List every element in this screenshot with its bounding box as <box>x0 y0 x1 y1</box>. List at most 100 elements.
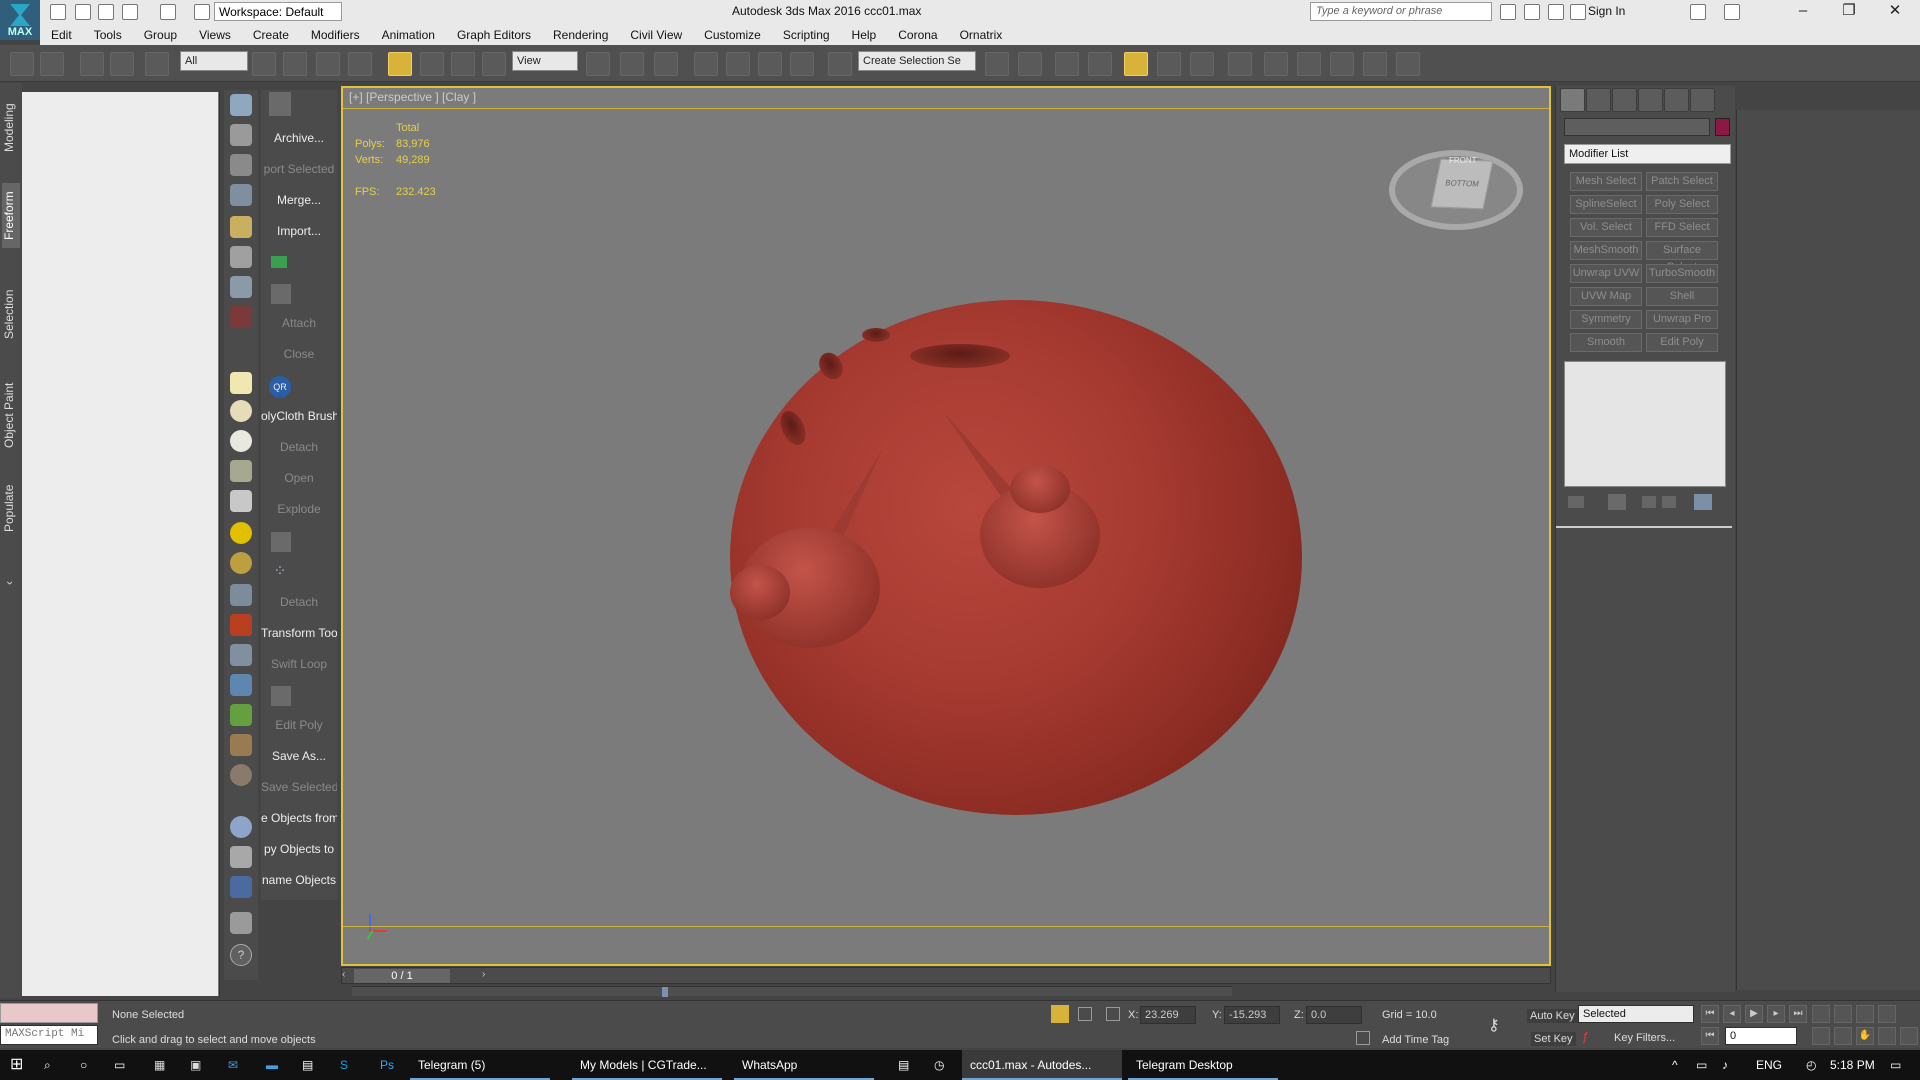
tab-object-paint[interactable]: Object Paint <box>2 375 20 455</box>
time-slider[interactable]: 0 / 1 ‹ › <box>341 967 1551 984</box>
select-by-name-icon[interactable] <box>283 52 307 76</box>
mail-icon[interactable]: ✉ <box>228 1050 248 1080</box>
menu-scripting[interactable]: Scripting <box>772 28 841 42</box>
cmd-merge[interactable]: Merge... <box>261 193 337 207</box>
utilities-tab-icon[interactable] <box>1690 88 1715 112</box>
menu-graph-editors[interactable]: Graph Editors <box>446 28 542 42</box>
schematic-view-icon[interactable] <box>1190 52 1214 76</box>
box-icon[interactable] <box>230 584 252 606</box>
selection-lock-icon[interactable] <box>1078 1007 1092 1021</box>
mod-patch-select[interactable]: Patch Select <box>1646 172 1718 191</box>
key-filters-button[interactable]: Key Filters... <box>1614 1032 1675 1044</box>
cmd-detach[interactable]: Detach <box>261 440 337 454</box>
perspective-viewport[interactable]: [+] [Perspective ] [Clay ] Total Polys: … <box>341 86 1551 966</box>
scale-icon[interactable] <box>230 644 252 666</box>
cmd-transform-tool[interactable]: Transform Tool <box>261 626 337 640</box>
mod-unwrap-pro[interactable]: Unwrap Pro <box>1646 310 1718 329</box>
mod-mesh-select[interactable]: Mesh Select <box>1570 172 1642 191</box>
track-bar[interactable] <box>352 986 1232 997</box>
menu-customize[interactable]: Customize <box>693 28 772 42</box>
place-tool-icon[interactable] <box>482 52 506 76</box>
menu-create[interactable]: Create <box>242 28 300 42</box>
table-icon[interactable] <box>230 154 252 176</box>
object-color-swatch[interactable] <box>1715 118 1730 136</box>
language-indicator[interactable]: ENG <box>1756 1050 1786 1080</box>
render-in-cloud-icon[interactable] <box>1363 52 1387 76</box>
sky-icon[interactable] <box>230 552 252 574</box>
move-tool-icon[interactable] <box>388 52 412 76</box>
window-crossing-icon[interactable] <box>348 52 372 76</box>
script-icon[interactable] <box>230 876 252 898</box>
sun-icon[interactable] <box>230 522 252 544</box>
redo-button[interactable] <box>40 52 64 76</box>
play-icon[interactable]: ▶ <box>1745 1005 1763 1023</box>
render-setup-icon[interactable] <box>1264 52 1288 76</box>
maxscript-listener-top[interactable] <box>0 1003 98 1023</box>
grass-icon[interactable] <box>230 704 252 726</box>
viewcube-box[interactable]: BOTTOM <box>1430 158 1494 210</box>
qr-icon[interactable]: QR <box>269 376 291 398</box>
mod-uvw-map[interactable]: UVW Map <box>1570 287 1642 306</box>
make-unique-icon[interactable] <box>1642 496 1656 508</box>
undo-button[interactable] <box>10 52 34 76</box>
search-taskbar-icon[interactable]: ⌕ <box>44 1050 64 1080</box>
bind-space-warp-icon[interactable] <box>145 52 169 76</box>
mod-unwrap-uvw[interactable]: Unwrap UVW <box>1570 264 1642 283</box>
cmd-archive[interactable]: Archive... <box>261 131 337 145</box>
orbit-icon[interactable] <box>1878 1027 1896 1045</box>
modifier-stack[interactable] <box>1564 361 1726 487</box>
tab-selection[interactable]: Selection <box>2 283 20 345</box>
next-frame-icon[interactable]: › <box>482 969 492 980</box>
maxscript-mini-listener[interactable]: MAXScript Mi <box>0 1025 98 1045</box>
mod-ffd-select[interactable]: FFD Select <box>1646 218 1718 237</box>
taskbar-app-icon[interactable]: ▤ <box>898 1050 918 1080</box>
modify-tab-icon[interactable] <box>1586 88 1611 112</box>
green-object-icon[interactable] <box>271 256 287 268</box>
menu-modifiers[interactable]: Modifiers <box>300 28 371 42</box>
select-object-icon[interactable] <box>252 52 276 76</box>
prev-frame-icon[interactable]: ‹ <box>342 969 352 980</box>
rendered-frame-window-icon[interactable] <box>1297 52 1321 76</box>
cmd-export-selected[interactable]: port Selected <box>261 162 337 176</box>
sign-in-button[interactable]: Sign In <box>1588 4 1625 18</box>
help-question-icon[interactable]: ? <box>230 944 252 966</box>
motion-tab-icon[interactable] <box>1638 88 1663 112</box>
photoshop-icon[interactable]: Ps <box>380 1050 400 1080</box>
taskbar-clock-icon[interactable]: ◷ <box>934 1050 954 1080</box>
viewcube[interactable]: BOTTOM FRONT <box>1389 150 1523 230</box>
cmd-objects-from[interactable]: e Objects from <box>261 811 337 825</box>
teapot-icon[interactable] <box>230 94 252 116</box>
cmd-open[interactable]: Open <box>261 471 337 485</box>
render-element-icon[interactable] <box>230 846 252 868</box>
undo-icon[interactable] <box>122 4 138 20</box>
add-time-tag-button[interactable]: Add Time Tag <box>1382 1034 1449 1046</box>
x-coordinate-field[interactable]: 23.269 <box>1140 1006 1196 1024</box>
field-of-view-icon[interactable] <box>1834 1027 1852 1045</box>
character-icon[interactable] <box>230 306 252 328</box>
clock[interactable]: 5:18 PM <box>1830 1050 1890 1080</box>
track-bar-marker[interactable] <box>662 987 668 997</box>
maximize-viewport-icon[interactable] <box>1900 1027 1918 1045</box>
rectangular-selection-icon[interactable] <box>316 52 340 76</box>
mod-edit-poly[interactable]: Edit Poly <box>1646 333 1718 352</box>
grid-list-icon[interactable] <box>230 184 252 206</box>
pin-stack-icon[interactable] <box>1568 496 1584 508</box>
network-icon[interactable]: ▭ <box>1696 1050 1712 1080</box>
mod-vol-select[interactable]: Vol. Select <box>1570 218 1642 237</box>
cylinder-icon[interactable] <box>230 460 252 482</box>
configure-sets-icon[interactable] <box>1694 494 1712 510</box>
cmd-copy-objects-to[interactable]: py Objects to <box>261 842 337 856</box>
render-teapot-icon[interactable] <box>1330 52 1354 76</box>
calculator-icon[interactable]: ▦ <box>154 1050 174 1080</box>
object-name-field[interactable] <box>1564 118 1710 136</box>
angle-snap-icon[interactable] <box>726 52 750 76</box>
taskbar-telegram[interactable]: Telegram (5) <box>410 1050 550 1080</box>
particles-icon[interactable]: ⁘ <box>269 562 291 582</box>
sphere-icon[interactable] <box>230 430 252 452</box>
cmd-edit-poly[interactable]: Edit Poly <box>261 718 337 732</box>
exchange-apps-icon[interactable] <box>1690 4 1706 20</box>
close-icon[interactable]: ✕ <box>1872 0 1918 24</box>
tab-populate[interactable]: Populate <box>2 478 20 538</box>
taskbar-whatsapp[interactable]: WhatsApp <box>734 1050 874 1080</box>
app-icon[interactable]: ▤ <box>302 1050 322 1080</box>
